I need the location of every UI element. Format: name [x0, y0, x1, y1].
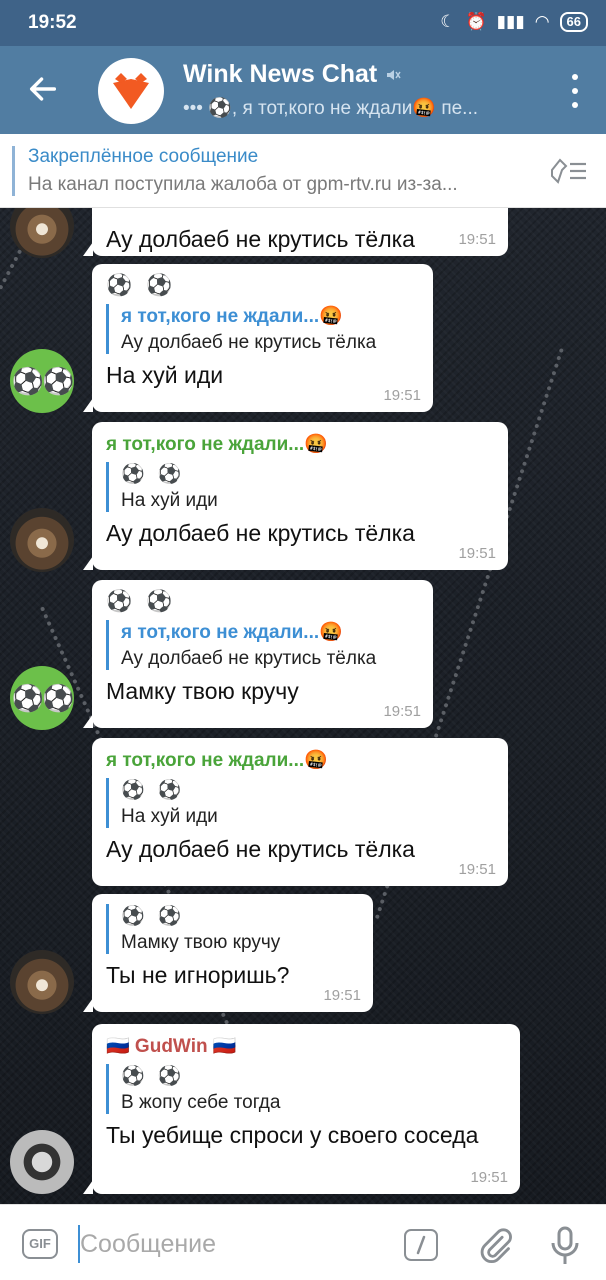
status-bar: 19:52 ☾ ⏰ ▮▮▮ ◠ 66 — [0, 0, 606, 46]
status-time: 19:52 — [28, 12, 77, 33]
chat-subtitle: ••• ⚽, я тот,кого не ждали🤬 пе... — [183, 98, 479, 119]
reply-name: ⚽ ⚽ — [121, 780, 186, 801]
gif-button[interactable]: GIF — [22, 1229, 58, 1259]
chat-title-text: Wink News Chat — [183, 60, 378, 88]
reply-name: ⚽ ⚽ — [121, 464, 186, 485]
reply-text: На хуй иди — [121, 806, 218, 827]
signal-icon: ▮▮▮ — [496, 12, 525, 31]
message-time: 19:51 — [470, 1169, 508, 1186]
message-text: Ау долбаеб не крутись тёлка — [106, 836, 415, 862]
reply-name: ⚽ ⚽ — [121, 1066, 186, 1087]
back-arrow-icon[interactable] — [26, 72, 60, 106]
message-text: Ты уебище спроси у своего соседа — [106, 1122, 479, 1148]
microphone-icon[interactable] — [550, 1225, 580, 1267]
reply-name: ⚽ ⚽ — [121, 906, 186, 927]
reply-text: На хуй иди — [121, 490, 218, 511]
pinned-title: Закреплённое сообщение — [28, 146, 259, 167]
message-time: 19:51 — [383, 703, 421, 720]
reply-name: я тот,кого не ждали...🤬 — [121, 622, 343, 643]
message-text: Мамку твою кручу — [106, 678, 299, 704]
avatar[interactable] — [10, 508, 74, 572]
chat-avatar[interactable] — [98, 58, 164, 124]
message-text: Ты не игноришь? — [106, 962, 290, 988]
more-menu-icon[interactable] — [570, 74, 580, 108]
reply-text: Ау долбаеб не крутись тёлка — [121, 332, 377, 353]
wifi-icon: ◠ — [534, 12, 550, 31]
reply-name: я тот,кого не ждали...🤬 — [121, 306, 343, 327]
unpin-icon[interactable] — [548, 156, 588, 186]
alarm-icon: ⏰ — [465, 12, 487, 31]
pinned-text: На канал поступила жалоба от gpm-rtv.ru … — [28, 174, 458, 195]
message-bubble[interactable]: я тот,кого не ждали...🤬 ⚽ ⚽ На хуй иди А… — [83, 422, 508, 570]
message-time: 19:51 — [458, 231, 496, 248]
sender-name: я тот,кого не ждали...🤬 — [106, 750, 328, 771]
status-icons: ☾ ⏰ ▮▮▮ ◠ 66 — [440, 12, 588, 32]
message-time: 19:51 — [458, 861, 496, 878]
message-bubble[interactable]: я тот,кого не ждали...🤬 ⚽ ⚽ На хуй иди А… — [92, 738, 508, 886]
message-bubble[interactable]: ⚽ ⚽ я тот,кого не ждали...🤬 Ау долбаеб н… — [83, 264, 433, 412]
message-bubble[interactable]: ⚽ ⚽ я тот,кого не ждали...🤬 Ау долбаеб н… — [83, 580, 433, 728]
reply-preview[interactable]: ⚽ ⚽ Мамку твою кручу — [106, 904, 359, 954]
avatar[interactable]: ⚽⚽ — [10, 349, 74, 413]
sender-name: я тот,кого не ждали...🤬 — [106, 434, 328, 455]
reply-text: Мамку твою кручу — [121, 932, 281, 953]
avatar[interactable] — [10, 950, 74, 1014]
chat-header: Wink News Chat ••• ⚽, я тот,кого не ждал… — [0, 46, 606, 134]
reply-text: В жопу себе тогда — [121, 1092, 281, 1113]
pinned-message[interactable]: Закреплённое сообщение На канал поступил… — [0, 134, 606, 208]
message-text: Ау долбаеб не крутись тёлка — [106, 520, 415, 546]
attach-icon[interactable] — [476, 1227, 514, 1265]
pinned-bar — [12, 146, 15, 196]
avatar[interactable] — [10, 1130, 74, 1194]
avatar[interactable]: ⚽⚽ — [10, 666, 74, 730]
moon-icon: ☾ — [440, 12, 456, 31]
muted-icon — [387, 69, 401, 80]
sender-name: 🇷🇺 GudWin 🇷🇺 — [106, 1036, 237, 1057]
reply-preview[interactable]: я тот,кого не ждали...🤬 Ау долбаеб не кр… — [106, 620, 419, 670]
wink-logo-icon — [113, 73, 149, 109]
message-bubble[interactable]: ⚽ ⚽ Мамку твою кручу Ты не игноришь? 19:… — [83, 894, 373, 1012]
reply-text: Ау долбаеб не крутись тёлка — [121, 648, 377, 669]
bot-command-icon[interactable] — [404, 1229, 438, 1261]
sender-name: ⚽ ⚽ — [106, 590, 177, 613]
sender-name: ⚽ ⚽ — [106, 274, 177, 297]
composer-bar: GIF — [0, 1204, 606, 1280]
reply-preview[interactable]: ⚽ ⚽ На хуй иди — [106, 778, 494, 828]
message-text: На хуй иди — [106, 362, 224, 388]
message-bubble[interactable]: Ау долбаеб не крутись тёлка 19:51 — [83, 208, 508, 256]
reply-preview[interactable]: ⚽ ⚽ На хуй иди — [106, 462, 494, 512]
reply-preview[interactable]: ⚽ ⚽ В жопу себе тогда — [106, 1064, 506, 1114]
chat-title[interactable]: Wink News Chat — [183, 60, 401, 89]
slash-icon — [416, 1235, 426, 1255]
message-bubble[interactable]: 🇷🇺 GudWin 🇷🇺 ⚽ ⚽ В жопу себе тогда Ты уе… — [83, 1024, 520, 1194]
message-time: 19:51 — [383, 387, 421, 404]
message-time: 19:51 — [323, 987, 361, 1004]
message-text: Ау долбаеб не крутись тёлка — [106, 226, 415, 252]
chat-area[interactable]: Ау долбаеб не крутись тёлка 19:51 ⚽⚽ ⚽ ⚽… — [0, 208, 606, 1204]
message-time: 19:51 — [458, 545, 496, 562]
battery-icon: 66 — [559, 12, 588, 32]
reply-preview[interactable]: я тот,кого не ждали...🤬 Ау долбаеб не кр… — [106, 304, 419, 354]
message-input[interactable] — [80, 1225, 380, 1263]
